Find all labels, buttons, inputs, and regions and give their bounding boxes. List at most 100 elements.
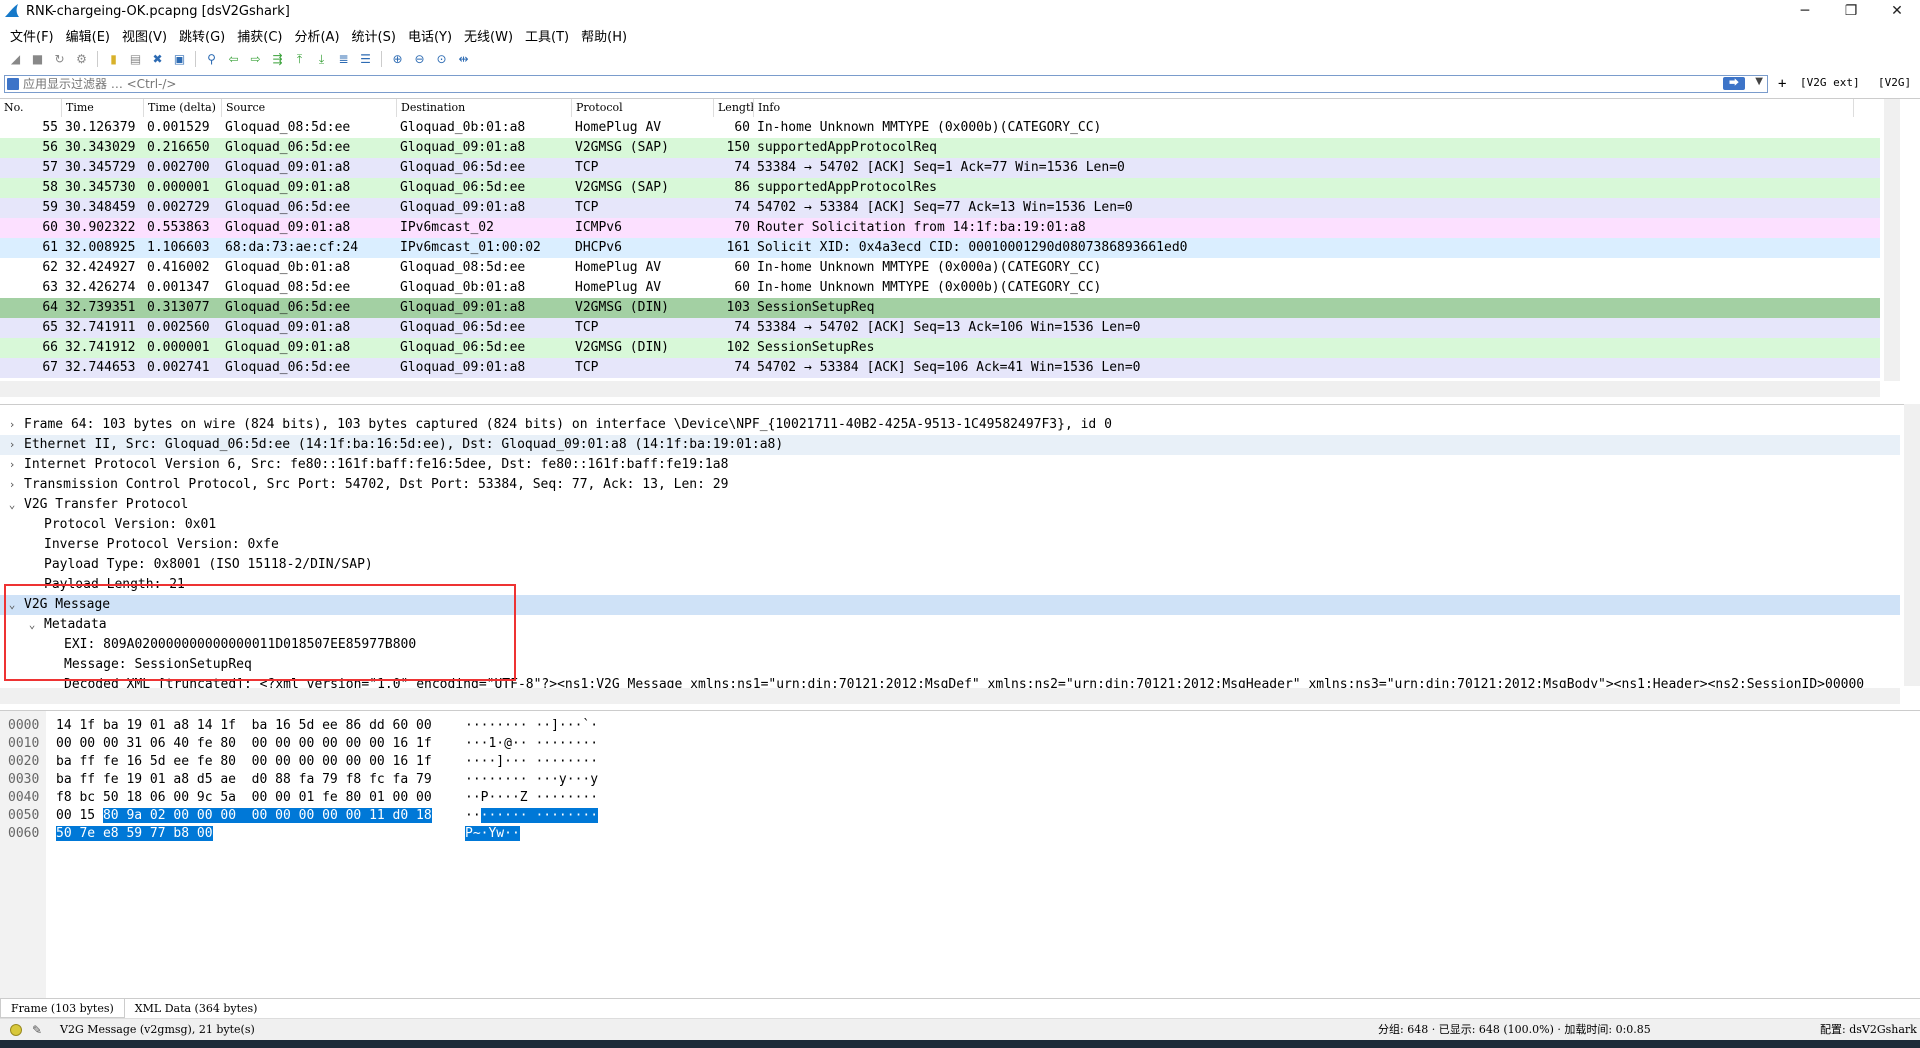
expand-arrow-icon[interactable]: ⌄ (6, 495, 18, 515)
menu-item[interactable]: 编辑(E) (60, 26, 116, 45)
collapse-arrow-icon[interactable]: › (6, 475, 18, 495)
detail-tree-item[interactable]: ⌄ V2G Transfer Protocol (0, 495, 1900, 515)
detail-tree-item[interactable]: › Frame 64: 103 bytes on wire (824 bits),… (0, 415, 1900, 435)
hex-bytes[interactable]: 50 7e e8 59 77 b8 00 (56, 825, 213, 843)
detail-tree-item[interactable]: › Transmission Control Protocol, Src Port… (0, 475, 1900, 495)
tab-xml-data[interactable]: XML Data (364 bytes) (125, 999, 268, 1018)
display-filter-input[interactable] (23, 76, 1523, 92)
menu-item[interactable]: 文件(F) (4, 26, 60, 45)
ascii-bytes[interactable]: ········ ········ (465, 807, 599, 825)
display-filter-field[interactable]: ⮕ ▼ (4, 75, 1768, 93)
detail-tree-item[interactable]: › Internet Protocol Version 6, Src: fe80:… (0, 455, 1900, 475)
packet-row[interactable]: 67 32.744653 0.002741 Gloquad_06:5d:ee Gloqu… (0, 358, 1880, 378)
packet-row[interactable]: 58 30.345730 0.000001 Gloquad_09:01:a8 Gloqu… (0, 178, 1880, 198)
menu-item[interactable]: 捕获(C) (231, 26, 288, 45)
v2g-ext-filter-button[interactable]: [V2G ext] (1800, 76, 1860, 89)
packet-list-vertical-scrollbar[interactable] (1884, 99, 1900, 381)
menu-item[interactable]: 帮助(H) (575, 26, 633, 45)
packet-row[interactable]: 64 32.739351 0.313077 Gloquad_06:5d:ee Gloqu… (0, 298, 1880, 318)
menu-item[interactable]: 工具(T) (519, 26, 575, 45)
packet-list-horizontal-scrollbar[interactable] (0, 381, 1880, 397)
packet-row[interactable]: 62 32.424927 0.416002 Gloquad_0b:01:a8 Gloqu… (0, 258, 1880, 278)
packet-row[interactable]: 60 30.902322 0.553863 Gloquad_09:01:a8 IPv6m… (0, 218, 1880, 238)
packet-row[interactable]: 63 32.426274 0.001347 Gloquad_08:5d:ee Gloqu… (0, 278, 1880, 298)
filter-bookmark-icon[interactable] (7, 78, 19, 90)
start-capture-icon[interactable]: ◢ (6, 50, 25, 68)
packet-row[interactable]: 59 30.348459 0.002729 Gloquad_06:5d:ee Gloqu… (0, 198, 1880, 218)
close-button[interactable]: ✕ (1874, 0, 1920, 22)
stop-capture-icon[interactable]: ■ (28, 50, 47, 68)
packet-row[interactable]: 56 30.343029 0.216650 Gloquad_06:5d:ee Gloqu… (0, 138, 1880, 158)
add-filter-button[interactable]: + (1778, 76, 1786, 92)
ascii-bytes[interactable]: ········ ··]···`· (465, 717, 598, 735)
reload-file-icon[interactable]: ▣ (170, 50, 189, 68)
collapse-arrow-icon[interactable]: › (6, 415, 18, 435)
zoom-normal-icon[interactable]: ⊙ (432, 50, 451, 68)
menu-item[interactable]: 统计(S) (346, 26, 402, 45)
tab-frame-bytes[interactable]: Frame (103 bytes) (0, 999, 125, 1018)
edit-comment-icon[interactable]: ✎ (32, 1019, 42, 1041)
detail-tree-item[interactable]: Payload Type: 0x8001 (ISO 15118-2/DIN/SA… (0, 555, 1900, 575)
open-file-icon[interactable]: ▮ (104, 50, 123, 68)
menu-item[interactable]: 视图(V) (116, 26, 173, 45)
menu-item[interactable]: 电话(Y) (402, 26, 458, 45)
packet-row[interactable]: 57 30.345729 0.002700 Gloquad_09:01:a8 Gloqu… (0, 158, 1880, 178)
details-horizontal-scrollbar[interactable] (0, 688, 1900, 704)
packet-row[interactable]: 66 32.741912 0.000001 Gloquad_09:01:a8 Gloqu… (0, 338, 1880, 358)
packet-row[interactable]: 55 30.126379 0.001529 Gloquad_08:5d:ee Gloqu… (0, 118, 1880, 138)
col-destination-header[interactable]: Destination (397, 99, 572, 117)
col-info-header[interactable]: Info (754, 99, 1854, 117)
go-back-icon[interactable]: ⇦ (224, 50, 243, 68)
close-file-icon[interactable]: ✖ (148, 50, 167, 68)
ascii-bytes[interactable]: ········ ···y···y (465, 771, 598, 789)
col-delta-header[interactable]: Time (delta) (144, 99, 222, 117)
packet-list[interactable]: No. Time Time (delta) Source Destination… (0, 98, 1920, 397)
capture-options-icon[interactable]: ⚙ (72, 50, 91, 68)
col-time-header[interactable]: Time (62, 99, 144, 117)
profile-status[interactable]: 配置: dsV2Gshark (1820, 1019, 1917, 1041)
packet-row[interactable]: 61 32.008925 1.106603 68:da:73:ae:cf:24 IPv6… (0, 238, 1880, 258)
expert-info-icon[interactable] (10, 1024, 22, 1036)
menu-item[interactable]: 分析(A) (288, 26, 345, 45)
col-length-header[interactable]: Length (714, 99, 754, 117)
detail-tree-item[interactable]: Inverse Protocol Version: 0xfe (0, 535, 1900, 555)
hex-bytes[interactable]: 00 00 00 31 06 40 fe 80 00 00 00 00 00 0… (56, 735, 432, 753)
v2g-filter-button[interactable]: [V2G] (1878, 76, 1911, 89)
col-source-header[interactable]: Source (222, 99, 397, 117)
hex-bytes[interactable]: f8 bc 50 18 06 00 9c 5a 00 00 01 fe 80 0… (56, 789, 432, 807)
menu-item[interactable]: 跳转(G) (173, 26, 231, 45)
apply-filter-arrow-icon[interactable]: ⮕ (1723, 77, 1745, 90)
colorize-icon[interactable]: ☰ (356, 50, 375, 68)
last-packet-icon[interactable]: ⤓ (312, 50, 331, 68)
go-to-packet-icon[interactable]: ⇶ (268, 50, 287, 68)
restart-capture-icon[interactable]: ↻ (50, 50, 69, 68)
hex-bytes[interactable]: ba ff fe 19 01 a8 d5 ae d0 88 fa 79 f8 f… (56, 771, 432, 789)
hex-bytes[interactable]: 14 1f ba 19 01 a8 14 1f ba 16 5d ee 86 d… (56, 717, 432, 735)
details-vertical-scrollbar[interactable] (1904, 404, 1920, 686)
menu-item[interactable]: 无线(W) (458, 26, 519, 45)
first-packet-icon[interactable]: ⤒ (290, 50, 309, 68)
auto-scroll-icon[interactable]: ≣ (334, 50, 353, 68)
ascii-bytes[interactable]: ··P····Z ········ (465, 789, 598, 807)
col-protocol-header[interactable]: Protocol (572, 99, 714, 117)
collapse-arrow-icon[interactable]: › (6, 455, 18, 475)
packet-row[interactable]: 65 32.741911 0.002560 Gloquad_09:01:a8 Gloqu… (0, 318, 1880, 338)
ascii-bytes[interactable]: ···1·@·· ········ (465, 735, 598, 753)
chevron-down-icon[interactable]: ▼ (1755, 76, 1763, 87)
packet-bytes-pane[interactable]: 0000 14 1f ba 19 01 a8 14 1f ba 16 5d ee … (0, 710, 1920, 999)
collapse-arrow-icon[interactable]: › (6, 435, 18, 455)
hex-bytes[interactable]: ba ff fe 16 5d ee fe 80 00 00 00 00 00 0… (56, 753, 432, 771)
zoom-out-icon[interactable]: ⊖ (410, 50, 429, 68)
hex-bytes[interactable]: 00 15 80 9a 02 00 00 00 00 00 00 00 00 1… (56, 807, 432, 825)
col-no-header[interactable]: No. (0, 99, 62, 117)
ascii-bytes[interactable]: ····]··· ········ (465, 753, 598, 771)
find-packet-icon[interactable]: ⚲ (202, 50, 221, 68)
maximize-button[interactable]: ❐ (1828, 0, 1874, 22)
go-forward-icon[interactable]: ⇨ (246, 50, 265, 68)
save-file-icon[interactable]: ▤ (126, 50, 145, 68)
minimize-button[interactable]: ─ (1782, 0, 1828, 22)
detail-tree-item[interactable]: › Ethernet II, Src: Gloquad_06:5d:ee (14:… (0, 435, 1900, 455)
ascii-bytes[interactable]: P~·Yw·· (465, 825, 520, 843)
resize-columns-icon[interactable]: ⇹ (454, 50, 473, 68)
detail-tree-item[interactable]: Protocol Version: 0x01 (0, 515, 1900, 535)
